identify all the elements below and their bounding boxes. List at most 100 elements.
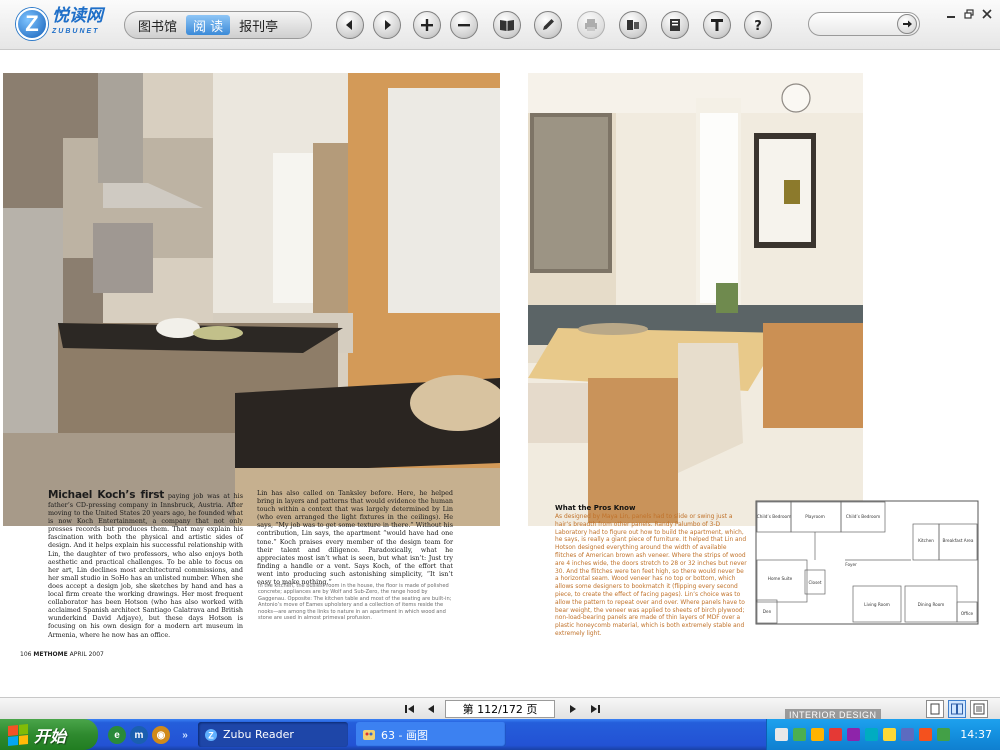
annotate-button[interactable] [534,11,562,39]
previous-page-nav-button[interactable] [424,702,438,716]
reader-toolbar: Z 悦读网 ZUBUNET 图书馆 阅 读 报刊亭 ? [0,0,1000,50]
tray-antivirus-icon[interactable] [829,728,842,741]
zoom-out-button[interactable] [450,11,478,39]
plan-label-office: Office [961,611,974,616]
article-lead-in: Michael Koch’s first [48,489,165,501]
app-logo: Z 悦读网 ZUBUNET [16,7,103,40]
tray-app-icon[interactable] [919,728,932,741]
quicklaunch-expand-icon[interactable]: » [176,726,194,744]
text-mode-icon [711,19,723,31]
tray-update-icon[interactable] [865,728,878,741]
view-mode-switch [926,700,988,718]
folio-magazine-name: METHOME [33,651,68,658]
help-button[interactable]: ? [744,11,772,39]
tray-security-icon[interactable] [811,728,824,741]
taskbar-item-zubu-reader[interactable]: Z Zubu Reader [198,722,348,747]
help-icon: ? [754,19,762,33]
start-button[interactable]: 开始 [0,719,98,750]
book-view-icon [500,20,514,31]
single-page-icon [930,703,940,715]
first-page-icon [405,705,414,713]
article-column-2: Lin has also called on Tanksley before. … [257,489,453,586]
svg-text:?: ? [754,19,762,33]
system-tray: 14:37 [766,719,1000,750]
kitchen-photo [3,73,500,526]
next-page-icon [570,705,576,713]
close-icon [982,9,992,19]
single-page-view-button[interactable] [926,700,944,718]
fit-page-icon [973,703,985,715]
page-number-field[interactable]: 第 112/172 页 [445,700,555,718]
tray-network-icon[interactable] [793,728,806,741]
main-tabs: 图书馆 阅 读 报刊亭 [124,11,312,39]
system-clock[interactable]: 14:37 [960,728,992,741]
taskbar-item-label: 63 - 画图 [381,728,428,742]
article-column-1-text: paying job was at his father’s CD-pressi… [48,492,243,639]
plan-label-den: Den [763,609,772,614]
last-page-button[interactable] [588,702,602,716]
bookmark-button[interactable] [619,11,647,39]
floor-plan: Child’s Bedroom Playroom Child’s Bedroom… [755,500,979,625]
arrow-right-icon [903,20,912,28]
zubu-app-icon: Z [205,728,217,741]
folio-date: APRIL 2007 [69,651,104,658]
page-viewer[interactable]: Michael Koch’s first paying job was at h… [0,51,1000,697]
text-mode-button[interactable] [703,11,731,39]
prev-page-button[interactable] [336,11,364,39]
plan-label-closet: Closet [808,580,821,585]
quicklaunch-browser-icon[interactable]: e [108,726,126,744]
quicklaunch-firefox-icon[interactable]: ◉ [152,726,170,744]
sidebar-title: What the Pros Know [555,504,636,512]
article-column-1: Michael Koch’s first paying job was at h… [48,489,243,639]
minimize-button[interactable] [944,8,958,20]
tray-language-icon[interactable] [775,728,788,741]
taskbar-item-label: Zubu Reader [223,728,294,741]
quicklaunch-media-icon[interactable]: m [130,726,148,744]
first-page-button[interactable] [403,702,417,716]
logo-z-icon: Z [16,8,48,40]
tray-sync-icon[interactable] [937,728,950,741]
plan-label-home-suite: Home Suite [768,576,793,581]
print-button[interactable] [577,11,605,39]
next-page-icon [385,20,391,30]
close-button[interactable] [980,8,994,20]
plan-label-living-room: Living Room [864,602,890,607]
restore-icon [964,9,974,19]
book-view-button[interactable] [493,11,521,39]
next-page-nav-button[interactable] [566,702,580,716]
tab-library[interactable]: 图书馆 [131,15,184,35]
paint-app-icon [363,729,375,740]
plan-label-childs-bedroom-1: Child’s Bedroom [757,514,791,519]
previous-page-icon [428,705,434,713]
windows-flag-icon [8,723,28,746]
plan-label-playroom: Playroom [805,514,825,519]
fit-page-view-button[interactable] [970,700,988,718]
tray-volume-icon[interactable] [883,728,896,741]
tab-newsstand[interactable]: 报刊亭 [232,15,285,35]
start-label: 开始 [34,728,67,746]
zoom-out-icon [458,24,470,27]
search-go-button[interactable] [897,14,917,34]
photo-caption: In the kitchen, the busiest room in the … [258,583,452,622]
taskbar-item-paint[interactable]: 63 - 画图 [356,722,506,747]
search-input[interactable] [808,12,920,36]
windows-taskbar: 开始 e m ◉ » Z Zubu Reader 63 - 画图 14:37 [0,719,1000,750]
plan-label-foyer: Foyer [845,562,857,567]
tray-display-icon[interactable] [901,728,914,741]
print-icon [585,19,597,31]
restore-button[interactable] [962,8,976,20]
contents-icon [670,19,680,31]
double-page-icon [951,703,963,715]
next-page-button[interactable] [373,11,401,39]
contents-button[interactable] [661,11,689,39]
plan-label-breakfast-area: Breakfast Area [943,538,974,543]
annotate-pen-icon [543,19,554,30]
zoom-in-icon [421,19,433,31]
tray-messenger-icon[interactable] [847,728,860,741]
tab-reading[interactable]: 阅 读 [186,15,231,35]
last-page-icon [591,705,600,713]
zoom-in-button[interactable] [413,11,441,39]
page-folio: 106 METHOME APRIL 2007 [20,651,104,658]
plan-label-childs-bedroom-2: Child’s Bedroom [846,514,880,519]
double-page-view-button[interactable] [948,700,966,718]
